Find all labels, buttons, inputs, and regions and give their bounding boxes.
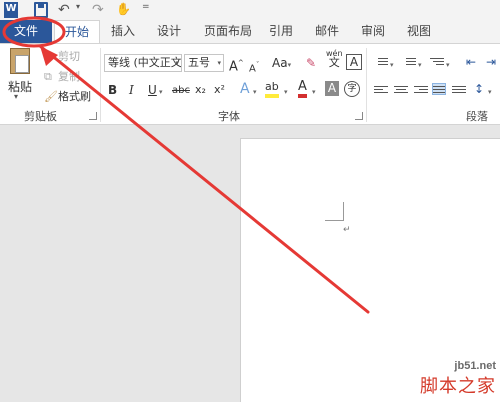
- tab-view[interactable]: 视图: [400, 20, 438, 43]
- font-group-label: 字体: [218, 110, 240, 123]
- justify-icon[interactable]: [432, 83, 446, 95]
- multilevel-list-icon[interactable]: [430, 56, 444, 68]
- copy-button[interactable]: ⧉ 复制: [44, 68, 80, 84]
- tab-design[interactable]: 设计: [150, 20, 188, 43]
- save-icon[interactable]: [34, 2, 48, 18]
- tab-references[interactable]: 引用: [262, 20, 300, 43]
- paragraph-mark: ↵: [343, 225, 351, 235]
- clipboard-group-label: 剪贴板: [24, 110, 57, 123]
- scissors-icon: ✂: [44, 50, 54, 63]
- line-spacing-dropdown-icon[interactable]: ▾: [488, 84, 492, 100]
- touch-mode-icon[interactable]: ✋: [116, 2, 131, 18]
- bullets-icon[interactable]: [374, 56, 388, 68]
- grow-font-button[interactable]: A^: [229, 55, 244, 75]
- cut-button[interactable]: ✂ 剪切: [44, 48, 80, 64]
- underline-button[interactable]: U: [148, 82, 157, 98]
- highlight-dropdown-icon[interactable]: ▾: [284, 84, 288, 100]
- superscript-button[interactable]: x²: [214, 82, 225, 98]
- underline-dropdown-icon[interactable]: ▾: [159, 84, 163, 100]
- undo-dropdown-icon[interactable]: ▾: [76, 2, 80, 18]
- brush-icon: 🖌: [44, 90, 58, 103]
- paste-dropdown-icon[interactable]: ▾: [14, 92, 18, 101]
- line-spacing-icon[interactable]: ↕: [474, 81, 484, 97]
- character-shading-button[interactable]: A: [325, 81, 339, 96]
- multilevel-list-dropdown-icon[interactable]: ▾: [446, 57, 450, 73]
- distributed-icon[interactable]: [452, 84, 466, 96]
- watermark-name: 脚本之家: [420, 376, 496, 397]
- format-painter-button[interactable]: 🖌格式刷: [44, 88, 91, 104]
- margin-corner-mark: [325, 202, 344, 221]
- text-effects-dropdown-icon[interactable]: ▾: [253, 84, 257, 100]
- align-center-icon[interactable]: [394, 84, 408, 96]
- font-name-combo[interactable]: 等线 (中文正文 ▾: [104, 54, 182, 72]
- watermark: jb51.net 脚本之家: [420, 360, 496, 398]
- font-launcher-icon[interactable]: [355, 112, 363, 120]
- text-effects-button[interactable]: A: [240, 81, 250, 97]
- change-case-button[interactable]: Aa▾: [272, 55, 291, 73]
- divider: [100, 48, 101, 122]
- increase-indent-icon[interactable]: ⇥: [486, 54, 496, 70]
- italic-button[interactable]: I: [129, 82, 134, 98]
- numbering-dropdown-icon[interactable]: ▾: [418, 57, 422, 73]
- divider: [366, 48, 367, 122]
- tab-page-layout[interactable]: 页面布局: [198, 20, 258, 43]
- font-color-dropdown-icon[interactable]: ▾: [312, 84, 316, 100]
- bold-button[interactable]: B: [108, 82, 117, 98]
- numbering-icon[interactable]: [402, 56, 416, 68]
- align-right-icon[interactable]: [414, 84, 428, 96]
- align-left-icon[interactable]: [374, 84, 388, 96]
- clear-formatting-icon[interactable]: ✎: [306, 55, 316, 71]
- customize-toolbar-icon[interactable]: =: [142, 2, 150, 18]
- enclose-characters-button[interactable]: 字: [344, 81, 360, 97]
- tab-review[interactable]: 审阅: [354, 20, 392, 43]
- quick-access-toolbar: W ↶ ▾ ↷ ✋ =: [0, 0, 500, 20]
- decrease-indent-icon[interactable]: ⇤: [466, 54, 476, 70]
- character-border-button[interactable]: A: [346, 54, 362, 70]
- bullets-dropdown-icon[interactable]: ▾: [390, 57, 394, 73]
- undo-icon[interactable]: ↶: [58, 2, 70, 18]
- subscript-button[interactable]: x₂: [195, 82, 206, 98]
- watermark-url: jb51.net: [454, 360, 496, 372]
- tab-mailings[interactable]: 邮件: [308, 20, 346, 43]
- paste-icon[interactable]: [10, 48, 30, 74]
- tab-file[interactable]: 文件: [0, 20, 52, 43]
- font-size-combo[interactable]: 五号 ▾: [184, 54, 224, 72]
- word-logo-icon: W: [4, 2, 18, 18]
- redo-icon[interactable]: ↷: [92, 2, 104, 18]
- clipboard-launcher-icon[interactable]: [89, 112, 97, 120]
- highlight-button[interactable]: ab: [265, 80, 279, 98]
- paragraph-group-label: 段落: [466, 110, 488, 123]
- ribbon: 粘贴 ▾ ✂ 剪切 ⧉ 复制 🖌格式刷 剪贴板 等线 (中文正文 ▾ 五号 ▾ A^ A…: [0, 43, 500, 125]
- paste-button[interactable]: 粘贴: [8, 78, 32, 95]
- ribbon-tabs: 文件 开始 插入 设计 页面布局 引用 邮件 审阅 视图: [0, 20, 500, 43]
- phonetic-guide-button[interactable]: wén 文: [326, 49, 343, 68]
- font-color-button[interactable]: A: [298, 80, 307, 98]
- copy-icon: ⧉: [44, 70, 52, 83]
- tab-home[interactable]: 开始: [54, 20, 100, 43]
- tab-insert[interactable]: 插入: [104, 20, 142, 43]
- strikethrough-button[interactable]: abc: [172, 83, 190, 99]
- shrink-font-button[interactable]: Aˇ: [249, 57, 259, 77]
